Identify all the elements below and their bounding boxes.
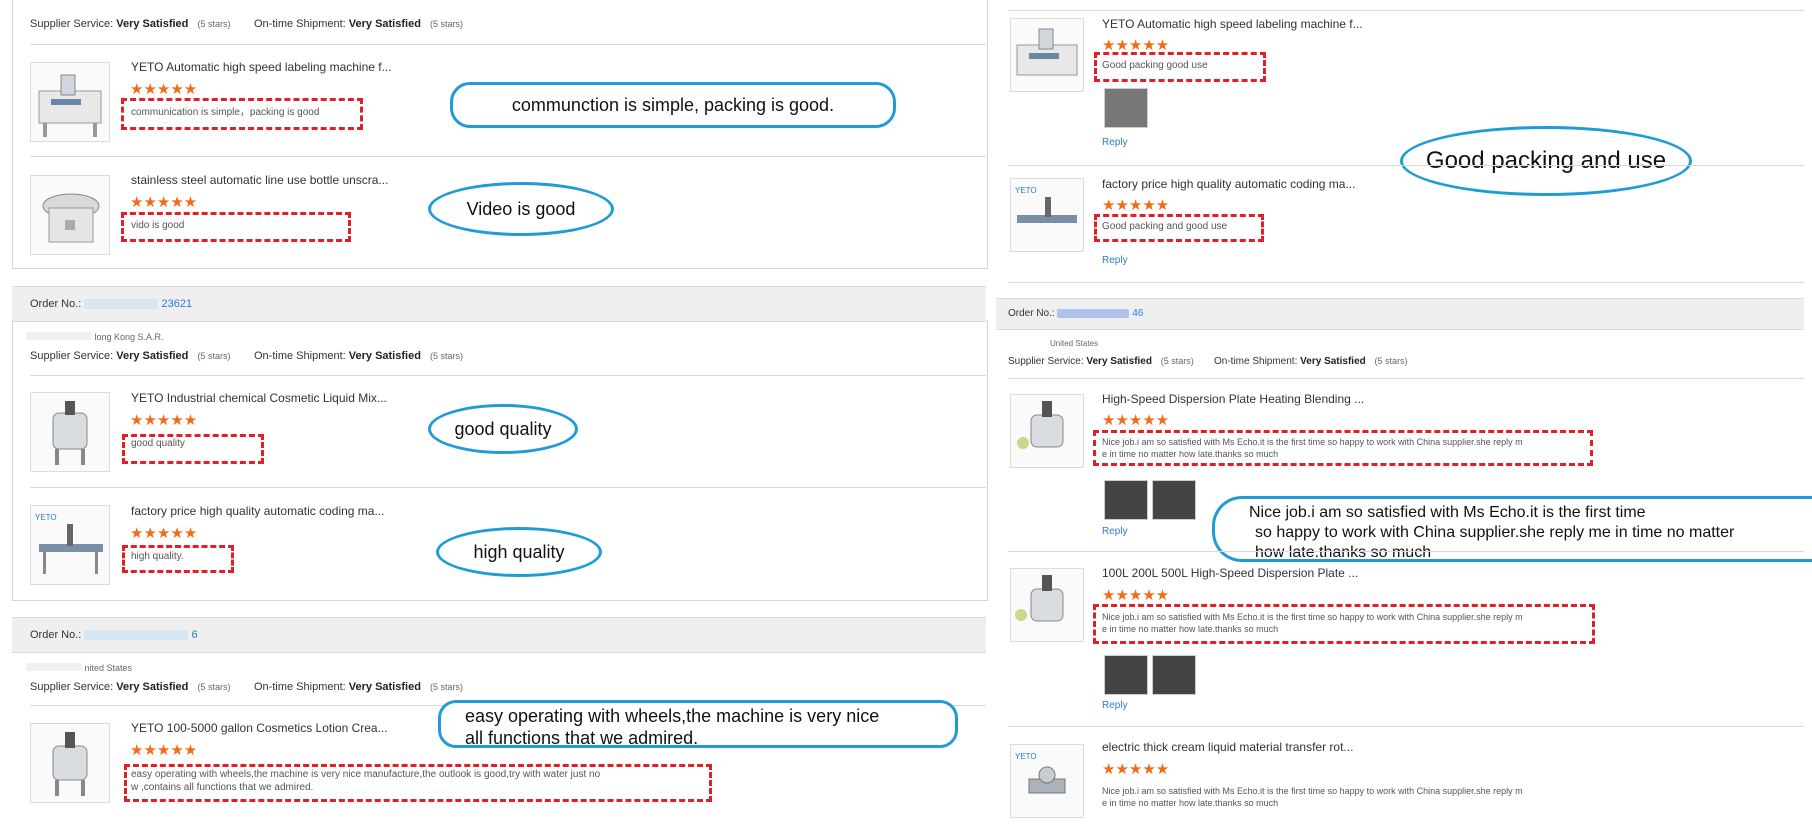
review-photo[interactable] <box>1104 88 1148 128</box>
rating-stars: ★★★★★ <box>130 412 198 429</box>
rating-stars: ★★★★★ <box>130 194 198 211</box>
product-thumbnail[interactable]: YETO <box>30 505 110 585</box>
product-thumbnail[interactable] <box>1010 394 1084 468</box>
callout-banner: Nice job.i am so satisfied with Ms Echo.… <box>1212 496 1812 562</box>
product-title[interactable]: YETO Automatic high speed labeling machi… <box>131 60 392 74</box>
product-thumbnail[interactable] <box>30 175 110 255</box>
product-thumbnail[interactable] <box>30 62 110 142</box>
rating-stars: ★★★★★ <box>130 742 198 759</box>
supplier-rating-1: Supplier Service: Very Satisfied (5 star… <box>30 18 231 30</box>
rating-stars: ★★★★★ <box>1102 587 1170 604</box>
svg-text:YETO: YETO <box>35 513 57 522</box>
product-title[interactable]: 100L 200L 500L High-Speed Dispersion Pla… <box>1102 566 1358 580</box>
highlight-box <box>1093 430 1593 466</box>
product-thumbnail[interactable] <box>30 392 110 472</box>
review-photo[interactable] <box>1152 480 1196 520</box>
product-thumbnail[interactable]: YETO <box>1010 744 1084 818</box>
labeling-machine-image <box>1016 28 1078 76</box>
svg-text:YETO: YETO <box>1015 752 1037 761</box>
unscrambler-machine-image <box>42 193 100 243</box>
reply-link[interactable]: Reply <box>1102 254 1128 267</box>
product-title[interactable]: YETO Industrial chemical Cosmetic Liquid… <box>131 391 387 405</box>
dispersion-mixer-image <box>1017 401 1064 449</box>
review-photo[interactable] <box>1152 655 1196 695</box>
shipment-rating-3: On-time Shipment: Very Satisfied (5 star… <box>254 681 463 693</box>
highlight-box <box>1093 604 1595 644</box>
product-thumbnail[interactable] <box>30 723 110 803</box>
reply-link[interactable]: Reply <box>1102 136 1128 149</box>
product-title[interactable]: YETO 100-5000 gallon Cosmetics Lotion Cr… <box>131 721 388 735</box>
reply-link[interactable]: Reply <box>1102 525 1128 538</box>
callout-bubble: good quality <box>428 404 578 454</box>
transfer-pump-image: YETO <box>1015 752 1066 794</box>
highlight-box <box>1094 52 1266 82</box>
product-thumbnail[interactable]: YETO <box>1010 178 1084 252</box>
rating-stars: ★★★★★ <box>130 81 198 98</box>
mixer-tank-image <box>52 401 88 465</box>
buyer-location: United States <box>1050 339 1099 348</box>
callout-bubble: high quality <box>436 527 602 577</box>
supplier-rating-r: Supplier Service: Very Satisfied (5 star… <box>1008 356 1194 367</box>
product-thumbnail[interactable] <box>1010 18 1084 92</box>
highlight-box <box>1094 214 1264 242</box>
product-title[interactable]: stainless steel automatic line use bottl… <box>131 173 388 187</box>
lotion-mixer-image <box>52 732 88 796</box>
reply-link[interactable]: Reply <box>1102 699 1128 712</box>
coding-machine-image: YETO <box>35 513 103 574</box>
product-title[interactable]: High-Speed Dispersion Plate Heating Blen… <box>1102 392 1364 406</box>
callout-bubble: Good packing and use <box>1400 126 1692 196</box>
callout-banner: communction is simple, packing is good. <box>450 82 896 128</box>
highlight-box <box>121 98 363 130</box>
callout-bubble: Video is good <box>428 182 614 236</box>
shipment-rating-1: On-time Shipment: Very Satisfied (5 star… <box>254 18 463 30</box>
product-title[interactable]: factory price high quality automatic cod… <box>131 504 384 518</box>
rating-stars: ★★★★★ <box>1102 412 1170 429</box>
coding-machine-image: YETO <box>1015 186 1077 223</box>
product-thumbnail[interactable] <box>1010 568 1084 642</box>
product-title[interactable]: electric thick cream liquid material tra… <box>1102 740 1353 754</box>
rating-stars: ★★★★★ <box>1102 761 1170 778</box>
product-title[interactable]: factory price high quality automatic cod… <box>1102 177 1355 191</box>
review-text-line2: e in time no matter how late.thanks so m… <box>1102 798 1279 808</box>
rating-stars: ★★★★★ <box>130 525 198 542</box>
highlight-box <box>124 764 712 802</box>
dispersion-mixer-image <box>1015 575 1064 622</box>
highlight-box <box>122 545 234 573</box>
rating-stars: ★★★★★ <box>1102 37 1170 54</box>
svg-text:YETO: YETO <box>1015 186 1037 195</box>
order-number[interactable]: Order No.: 23621 <box>30 298 192 310</box>
highlight-box <box>121 212 351 242</box>
callout-banner: easy operating with wheels,the machine i… <box>438 700 958 748</box>
buyer-location: nited States <box>26 663 132 673</box>
shipment-rating-r: On-time Shipment: Very Satisfied (5 star… <box>1214 356 1408 367</box>
order-number[interactable]: Order No.: 46 <box>1008 308 1143 319</box>
review-photo[interactable] <box>1104 655 1148 695</box>
highlight-box <box>122 434 264 464</box>
rating-stars: ★★★★★ <box>1102 197 1170 214</box>
product-title[interactable]: YETO Automatic high speed labeling machi… <box>1102 17 1363 31</box>
review-photo[interactable] <box>1104 480 1148 520</box>
labeling-machine-image <box>38 74 102 137</box>
order-number[interactable]: Order No.: 6 <box>30 629 198 641</box>
supplier-rating-3: Supplier Service: Very Satisfied (5 star… <box>30 681 231 693</box>
